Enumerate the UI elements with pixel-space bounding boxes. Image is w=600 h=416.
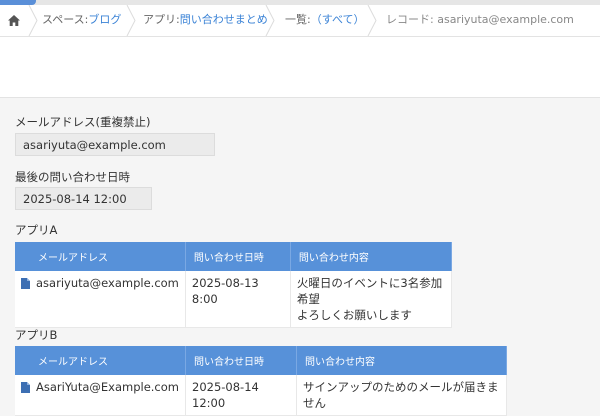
table-row: asariyuta@example.com 2025-08-13 8:00 火曜… [15,271,453,328]
row-content: サインアップのためのメールが届きません [296,375,507,416]
record-label: レコード: [386,13,434,26]
breadcrumb: スペース:ブログ アプリ:問い合わせまとめ 一覧:（すべて） レコード: asa… [0,5,600,37]
column-header-email: メールアドレス [30,242,186,271]
row-datetime: 2025-08-14 12:00 [185,375,297,416]
breadcrumb-separator [367,5,377,36]
email-field-label: メールアドレス(重複禁止) [15,115,151,129]
app-a-title: アプリA [15,223,58,237]
row-content: 火曜日のイベントに3名参加希望 よろしくお願いします [290,271,453,328]
row-email: asariyuta@example.com [30,271,186,328]
last-inquiry-value: 2025-08-14 12:00 [15,187,152,210]
home-link[interactable] [0,5,28,36]
last-inquiry-label: 最後の問い合わせ日時 [15,170,130,184]
row-detail-link[interactable] [15,271,30,328]
breadcrumb-list[interactable]: 一覧:（すべて） [285,5,365,36]
document-icon[interactable] [21,382,30,393]
row-datetime: 2025-08-13 8:00 [185,271,291,328]
list-link[interactable]: （すべて） [311,13,365,26]
row-content-line: 火曜日のイベントに3名参加希望 [296,276,443,306]
breadcrumb-space[interactable]: スペース:ブログ [42,5,121,36]
column-header-content: 問い合わせ内容 [290,242,453,271]
email-field-value: asariyuta@example.com [15,133,215,156]
document-icon[interactable] [21,278,30,289]
row-content-line: よろしくお願いします [296,308,412,322]
home-icon [8,15,20,26]
table-row: AsariYuta@Example.com 2025-08-14 12:00 サ… [15,375,507,416]
app-b-table: メールアドレス 問い合わせ日時 問い合わせ内容 AsariYuta@Exampl… [15,346,507,416]
column-header-datetime: 問い合わせ日時 [185,346,297,375]
column-header-email: メールアドレス [30,346,186,375]
column-header-datetime: 問い合わせ日時 [185,242,291,271]
breadcrumb-record: レコード: asariyuta@example.com [386,5,574,36]
record-toolbar [0,37,600,98]
list-label: 一覧: [285,13,311,26]
app-link[interactable]: 問い合わせまとめ [180,13,268,26]
space-link[interactable]: ブログ [88,13,121,26]
breadcrumb-separator [28,5,38,36]
app-a-table: メールアドレス 問い合わせ日時 問い合わせ内容 asariyuta@exampl… [15,242,453,328]
row-detail-link[interactable] [15,375,30,416]
app-b-title: アプリB [15,328,58,342]
record-value: asariyuta@example.com [437,13,574,26]
icon-header [15,242,30,271]
icon-header [15,346,30,375]
row-email: AsariYuta@Example.com [30,375,186,416]
breadcrumb-separator [126,5,136,36]
column-header-content: 問い合わせ内容 [296,346,507,375]
breadcrumb-app[interactable]: アプリ:問い合わせまとめ [143,5,268,36]
app-label: アプリ: [143,13,180,26]
record-detail: メールアドレス(重複禁止) asariyuta@example.com 最後の問… [0,98,600,416]
space-label: スペース: [42,13,89,26]
breadcrumb-separator [265,5,275,36]
